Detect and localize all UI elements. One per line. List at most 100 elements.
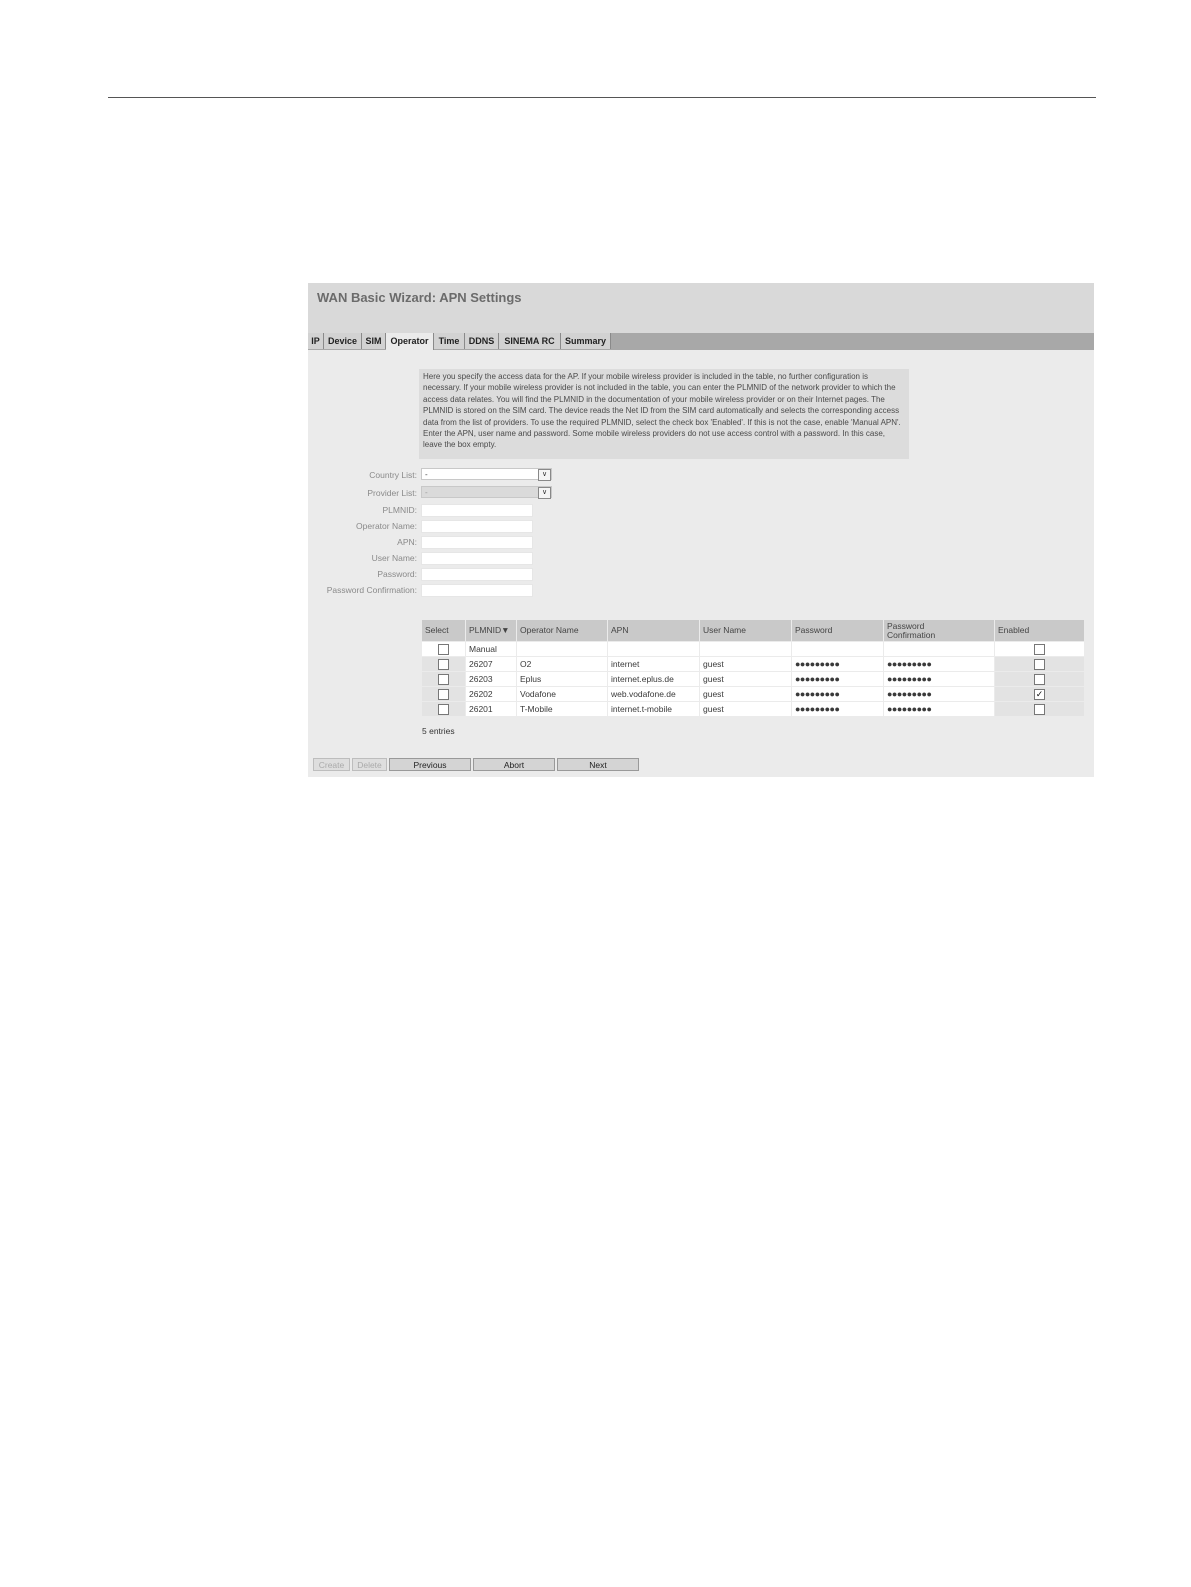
user-cell[interactable]: guest (700, 702, 791, 716)
create-button[interactable]: Create (313, 758, 350, 771)
plmnid-input[interactable] (421, 504, 533, 517)
confirm-cell[interactable]: ●●●●●●●●● (884, 672, 994, 686)
select-checkbox[interactable] (438, 703, 449, 715)
select-checkbox[interactable] (438, 673, 449, 685)
apn-input[interactable] (421, 536, 533, 549)
confirm-cell[interactable]: ●●●●●●●●● (884, 657, 994, 671)
provider-list-label: Provider List: (367, 488, 417, 498)
chevron-down-icon[interactable]: ∨ (538, 469, 551, 481)
col-select: Select (422, 620, 465, 641)
page-title: WAN Basic Wizard: APN Settings (317, 290, 522, 305)
next-button[interactable]: Next (557, 758, 639, 771)
country-list-row: Country List: - ∨ (308, 468, 1094, 482)
col-operator-name[interactable]: Operator Name (517, 620, 607, 641)
country-list-value: - (425, 470, 428, 479)
select-checkbox[interactable] (438, 688, 449, 700)
previous-button[interactable]: Previous (389, 758, 471, 771)
select-cell (422, 702, 465, 716)
select-cell (422, 642, 465, 656)
country-list-select[interactable]: - ∨ (421, 468, 552, 481)
plmnid-cell: Manual (466, 642, 516, 656)
select-checkbox[interactable] (438, 658, 449, 670)
password-cell[interactable]: ●●●●●●●●● (792, 702, 883, 716)
apn-cell[interactable]: internet.eplus.de (608, 672, 699, 686)
user-cell[interactable]: guest (700, 657, 791, 671)
operator-name-input[interactable] (421, 520, 533, 533)
tab-sim[interactable]: SIM (362, 333, 386, 349)
select-cell (422, 672, 465, 686)
col-enabled[interactable]: Enabled (995, 620, 1084, 641)
col-password[interactable]: Password (792, 620, 883, 641)
operator-name-row: Operator Name: (308, 519, 1094, 533)
col-user-name[interactable]: User Name (700, 620, 791, 641)
tab-ddns[interactable]: DDNS (465, 333, 499, 349)
enabled-checkbox[interactable] (1034, 673, 1045, 685)
enabled-checkbox[interactable]: ✓ (1034, 688, 1045, 700)
entries-count: 5 entries (422, 726, 455, 736)
col-plmnid[interactable]: PLMNID▼ (466, 620, 516, 641)
tab-operator[interactable]: Operator (386, 333, 434, 350)
confirm-cell[interactable]: ●●●●●●●●● (884, 687, 994, 701)
operator-cell[interactable]: T-Mobile (517, 702, 607, 716)
table-header-row: Select PLMNID▼ Operator Name APN User Na… (422, 620, 1084, 641)
operator-cell[interactable]: Vodafone (517, 687, 607, 701)
enabled-cell (995, 657, 1084, 671)
plmnid-cell: 26202 (466, 687, 516, 701)
user-cell[interactable]: guest (700, 672, 791, 686)
operator-cell[interactable] (517, 642, 607, 656)
enabled-checkbox[interactable] (1034, 658, 1045, 670)
col-apn[interactable]: APN (608, 620, 699, 641)
password-confirmation-label: Password Confirmation: (326, 585, 417, 595)
password-confirmation-input[interactable] (421, 584, 533, 597)
enabled-checkbox[interactable] (1034, 703, 1045, 715)
confirm-cell[interactable]: ●●●●●●●●● (884, 702, 994, 716)
confirm-cell[interactable] (884, 642, 994, 656)
tab-ip[interactable]: IP (308, 333, 324, 349)
apn-row: APN: (308, 535, 1094, 549)
password-input[interactable] (421, 568, 533, 581)
password-confirmation-row: Password Confirmation: (308, 583, 1094, 597)
enabled-cell (995, 702, 1084, 716)
user-cell[interactable] (700, 642, 791, 656)
tab-summary[interactable]: Summary (561, 333, 611, 349)
wizard-window: WAN Basic Wizard: APN Settings IP Device… (308, 283, 1094, 777)
table-row: 26203 Eplus internet.eplus.de guest ●●●●… (422, 672, 1084, 686)
chevron-down-icon[interactable]: ∨ (538, 487, 551, 499)
delete-button[interactable]: Delete (352, 758, 387, 771)
operator-cell[interactable]: Eplus (517, 672, 607, 686)
password-cell[interactable]: ●●●●●●●●● (792, 687, 883, 701)
tab-device[interactable]: Device (324, 333, 362, 349)
abort-button[interactable]: Abort (473, 758, 555, 771)
user-name-label: User Name: (371, 553, 417, 563)
apn-cell[interactable] (608, 642, 699, 656)
table-row: 26201 T-Mobile internet.t-mobile guest ●… (422, 702, 1084, 716)
tab-sinema-rc[interactable]: SINEMA RC (499, 333, 561, 349)
password-cell[interactable]: ●●●●●●●●● (792, 672, 883, 686)
table-row: 26207 O2 internet guest ●●●●●●●●● ●●●●●●… (422, 657, 1084, 671)
user-name-row: User Name: (308, 551, 1094, 565)
enabled-checkbox[interactable] (1034, 643, 1045, 655)
provider-list-value: - (425, 488, 428, 497)
col-password-confirmation-line2: Confirmation (887, 629, 936, 640)
user-cell[interactable]: guest (700, 687, 791, 701)
tab-time[interactable]: Time (434, 333, 465, 349)
user-name-input[interactable] (421, 552, 533, 565)
password-cell[interactable]: ●●●●●●●●● (792, 657, 883, 671)
provider-list-select[interactable]: - ∨ (421, 486, 552, 499)
col-password-confirmation[interactable]: Password Confirmation (884, 620, 994, 641)
table-row: 26202 Vodafone web.vodafone.de guest ●●●… (422, 687, 1084, 701)
select-checkbox[interactable] (438, 643, 449, 655)
plmnid-cell: 26203 (466, 672, 516, 686)
tab-bar: IP Device SIM Operator Time DDNS SINEMA … (308, 333, 1094, 350)
apn-cell[interactable]: web.vodafone.de (608, 687, 699, 701)
operator-cell[interactable]: O2 (517, 657, 607, 671)
password-row: Password: (308, 567, 1094, 581)
plmnid-label: PLMNID: (382, 505, 417, 515)
country-list-label: Country List: (369, 470, 417, 480)
apn-cell[interactable]: internet.t-mobile (608, 702, 699, 716)
apn-table: Select PLMNID▼ Operator Name APN User Na… (421, 619, 1085, 717)
password-cell[interactable] (792, 642, 883, 656)
info-text: Here you specify the access data for the… (419, 369, 909, 459)
provider-list-row: Provider List: - ∨ (308, 486, 1094, 500)
apn-cell[interactable]: internet (608, 657, 699, 671)
